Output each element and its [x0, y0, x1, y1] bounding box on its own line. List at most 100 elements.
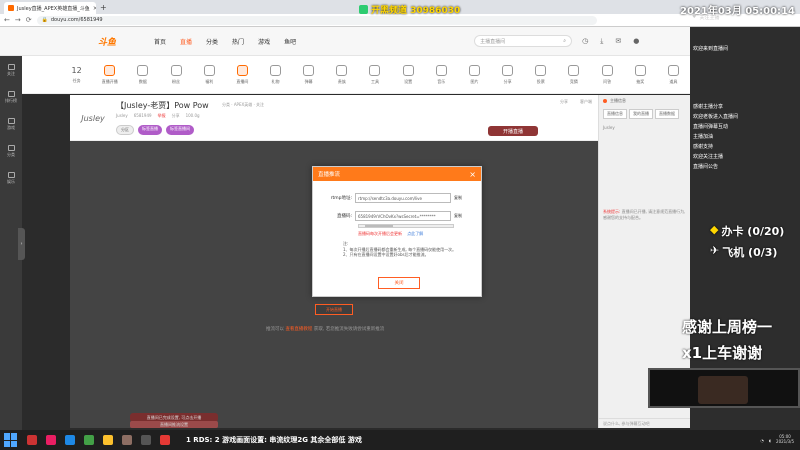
app-icon[interactable] — [27, 435, 37, 445]
stream-key-field[interactable]: 6581949rVChOvKx?wsSecret=******** — [355, 211, 451, 221]
tab-live-data[interactable]: 直播数据 — [655, 109, 679, 119]
browser-tab[interactable]: Jusley直播_APEX英雄直播_斗鱼 × — [4, 2, 96, 14]
tool-icon — [303, 64, 315, 76]
tool-item[interactable]: 图片 — [458, 64, 491, 85]
start-live-button[interactable]: 开始直播 — [315, 304, 353, 315]
tool-icon — [104, 64, 116, 76]
learn-more-link[interactable]: 点此了解 — [407, 231, 423, 236]
system-tray: ◔ ◖ 05:00 2021/3/5 — [760, 434, 794, 445]
nav-live[interactable]: 直播 — [180, 37, 192, 46]
modal-close-button[interactable]: 关闭 — [378, 277, 420, 289]
tutorial-link[interactable]: 查看直播教程 — [285, 327, 312, 332]
sidebar-item-category[interactable]: 分类 — [7, 145, 15, 158]
tool-item[interactable]: 数据 — [126, 64, 159, 85]
heart-icon: ♥ — [692, 14, 697, 20]
tool-item[interactable]: 设置 — [392, 64, 425, 85]
key-scrollbar[interactable] — [358, 224, 454, 228]
nav-hot[interactable]: 热门 — [232, 37, 244, 46]
client-button[interactable]: 客户端 — [580, 99, 592, 105]
tool-item[interactable]: 分享 — [491, 64, 524, 85]
rtmp-address-field[interactable]: rtmp://sendtc3a.douyu.com/live — [355, 193, 451, 203]
copy-rtmp-button[interactable]: 复制 — [454, 195, 462, 201]
room-title: 【Jusley-老贾】Pow Pow — [116, 101, 209, 110]
network-icon[interactable]: ◔ — [760, 438, 764, 443]
download-icon[interactable]: ⤓ — [600, 37, 603, 46]
sidebar-item-rank[interactable]: 排行榜 — [5, 91, 17, 104]
tool-item[interactable]: 音乐 — [425, 64, 458, 85]
avatar[interactable]: ● — [633, 37, 639, 46]
bottom-note-secondary[interactable]: 直播间推流设置 — [130, 421, 218, 428]
nav-yuba[interactable]: 鱼吧 — [284, 37, 296, 46]
nav-home[interactable]: 首页 — [154, 37, 166, 46]
sidebar-item-follow[interactable]: 关注 — [7, 64, 15, 77]
tab-close-icon[interactable]: × — [93, 5, 96, 12]
tool-icon — [402, 64, 414, 76]
tool-icon — [236, 64, 248, 76]
system-clock[interactable]: 05:00 2021/3/5 — [776, 434, 794, 445]
reload-icon[interactable]: ⟳ — [26, 16, 32, 24]
app-icon[interactable] — [46, 435, 56, 445]
tab-live-info[interactable]: 直播信息 — [603, 109, 627, 119]
chat-input[interactable]: 说点什么, 参与弹幕互动吧 — [599, 418, 691, 428]
volume-icon[interactable]: ◖ — [769, 438, 771, 443]
tool-icon — [468, 64, 480, 76]
nav-category[interactable]: 分类 — [206, 37, 218, 46]
tool-item[interactable]: 弹幕 — [292, 64, 325, 85]
tool-item[interactable]: 工具 — [358, 64, 391, 85]
douyu-logo[interactable]: 斗鱼 — [98, 35, 146, 48]
tool-item[interactable]: 粉丝 — [159, 64, 192, 85]
channel-badge-icon — [359, 4, 368, 14]
tab-my-live[interactable]: 我的直播 — [629, 109, 653, 119]
browser-icon[interactable] — [65, 435, 75, 445]
search-icon[interactable]: ⌕ — [563, 38, 566, 44]
sidebar-item-fun[interactable]: 娱乐 — [7, 172, 15, 185]
message-icon[interactable]: ✉ — [615, 37, 621, 46]
stream-top-bar: ♥ 关注主播 — [692, 14, 720, 21]
tool-item[interactable]: 礼物 — [259, 64, 292, 85]
tool-item[interactable]: 直播间 — [226, 64, 259, 85]
player-hint: 推流可以 查看直播教程 获取, 若您推流失败请尝试重新推流 — [266, 327, 385, 332]
tag-pill[interactable]: 标签直播 — [138, 125, 162, 135]
tool-item[interactable]: 竞猜 — [557, 64, 590, 85]
push-stream-modal: 直播推流 × rtmp地址: rtmp://sendtc3a.douyu.com… — [312, 166, 482, 297]
fun-icon — [7, 172, 15, 178]
windows-start-icon[interactable] — [4, 433, 18, 447]
search-input[interactable]: 主播直播间 ⌕ — [474, 35, 573, 47]
obs-icon[interactable] — [141, 435, 151, 445]
scrollbar-thumb[interactable] — [365, 225, 393, 227]
url-field[interactable]: 🔒 douyu.com/6581949 — [36, 15, 597, 25]
modal-notes: 注: 1、每次开播后直播码都会重新生成, 每个直播码仅能使用一次。 2、只有在直… — [343, 241, 457, 258]
app-icon[interactable] — [160, 435, 170, 445]
history-icon[interactable]: ◷ — [582, 37, 588, 46]
tool-item[interactable]: 直播开播 — [93, 64, 126, 85]
close-icon[interactable]: × — [469, 170, 476, 179]
back-icon[interactable]: ← — [4, 16, 10, 24]
sidebar-collapse-handle[interactable]: › — [18, 228, 25, 260]
forward-icon[interactable]: → — [15, 16, 21, 24]
tool-icon — [634, 64, 646, 76]
sidebar-item-game[interactable]: 游戏 — [7, 118, 15, 131]
chrome-icon[interactable] — [103, 435, 113, 445]
tag-pill[interactable]: 标签直播间 — [166, 125, 194, 135]
tool-icon — [667, 64, 679, 76]
nav-game[interactable]: 游戏 — [258, 37, 270, 46]
plane-gift-icon: ✈ — [710, 244, 720, 257]
level-badge[interactable]: 12 任务 — [60, 66, 93, 84]
copy-key-button[interactable]: 复制 — [454, 213, 462, 219]
share-button[interactable]: 分享 — [560, 99, 568, 105]
modal-warning: 直播码每次开播后会更新 点此了解 — [358, 231, 424, 236]
tool-item[interactable]: 贵族 — [325, 64, 358, 85]
tool-item[interactable]: 问答 — [591, 64, 624, 85]
tool-item[interactable]: 福利 — [193, 64, 226, 85]
tag-pill[interactable]: 分区 — [116, 125, 134, 135]
new-tab-button[interactable]: + — [100, 3, 107, 12]
tool-item[interactable]: 道具 — [657, 64, 690, 85]
tool-item[interactable]: 抽奖 — [624, 64, 657, 85]
open-live-button[interactable]: 开播直播 — [488, 126, 538, 136]
game-icon — [7, 118, 15, 124]
folder-icon[interactable] — [122, 435, 132, 445]
douyu-favicon-icon — [8, 5, 14, 11]
room-avatar[interactable]: Jusley — [78, 103, 108, 133]
tool-item[interactable]: 投票 — [524, 64, 557, 85]
app-icon[interactable] — [84, 435, 94, 445]
